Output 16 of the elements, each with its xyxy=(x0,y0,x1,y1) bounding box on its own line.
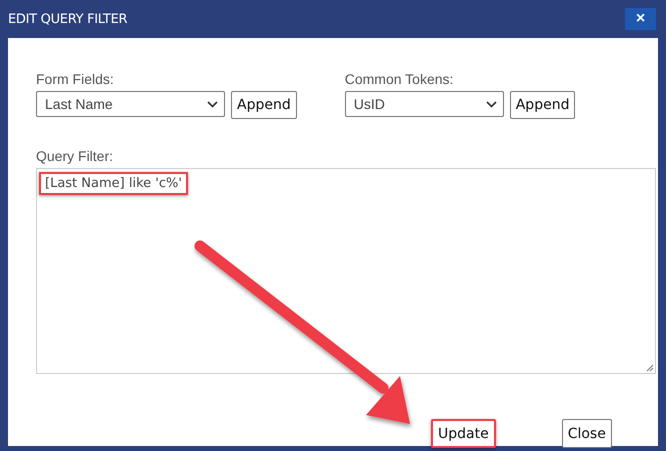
query-text: [Last Name] like 'c%' xyxy=(39,172,188,195)
update-button[interactable]: Update xyxy=(431,419,496,448)
close-icon[interactable]: × xyxy=(625,8,656,30)
chevron-down-icon xyxy=(207,100,218,108)
append-button[interactable]: Append xyxy=(510,91,576,119)
close-button[interactable]: Close xyxy=(562,419,612,448)
field-label: Query Filter: xyxy=(36,148,114,165)
append-button[interactable]: Append xyxy=(231,91,297,119)
field-label: Common Tokens: xyxy=(344,71,454,88)
chevron-down-icon xyxy=(486,100,497,108)
dropdown[interactable]: Last Name xyxy=(36,91,225,117)
field-label: Form Fields: xyxy=(36,71,115,88)
resize-grip-icon[interactable] xyxy=(645,363,654,372)
dropdown[interactable]: UsID xyxy=(344,91,504,117)
query-filter-field[interactable]: [Last Name] like 'c%' xyxy=(36,168,656,374)
window-title: EDIT QUERY FILTER xyxy=(8,12,128,26)
